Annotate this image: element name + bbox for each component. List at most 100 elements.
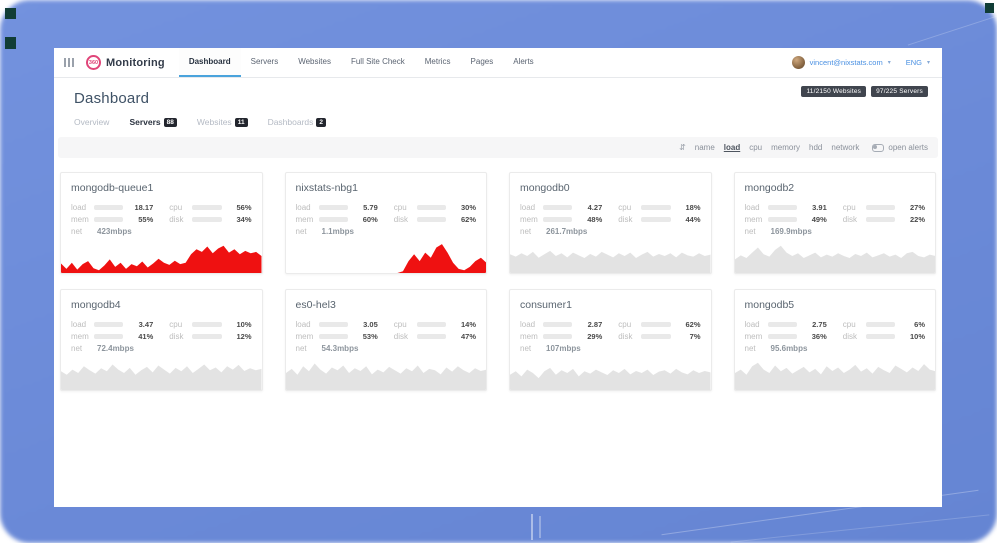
mem-metric: mem 48%	[520, 215, 602, 224]
open-alerts-label: open alerts	[888, 143, 928, 152]
server-name: consumer1	[520, 299, 701, 311]
load-metric: load 5.79	[296, 203, 378, 212]
disk-metric: disk 22%	[843, 215, 925, 224]
server-card[interactable]: es0-hel3 load 3.05 cpu 14% mem 53% disk	[285, 289, 488, 391]
subtab-overview[interactable]: Overview	[74, 117, 109, 127]
server-card[interactable]: mongodb4 load 3.47 cpu 10% mem 41% disk	[60, 289, 263, 391]
mem-bar	[319, 334, 348, 339]
mem-bar	[94, 217, 123, 222]
load-metric: load 3.91	[745, 203, 827, 212]
sort-filter-bar: ⇵ name loadcpu memory hdd network open alert…	[58, 137, 938, 158]
mem-metric: mem 41%	[71, 332, 153, 341]
mem-bar	[543, 334, 572, 339]
nav-item-servers[interactable]: Servers	[241, 48, 289, 77]
disk-bar	[866, 334, 895, 339]
usage-sparkline	[735, 239, 936, 273]
disk-metric: disk 47%	[394, 332, 476, 341]
nav-item-pages[interactable]: Pages	[461, 48, 504, 77]
usage-sparkline	[510, 356, 711, 390]
cpu-metric: cpu 14%	[394, 320, 476, 329]
usage-sparkline	[286, 239, 487, 273]
chevron-down-icon: ▾	[888, 59, 891, 66]
nav-item-metrics[interactable]: Metrics	[415, 48, 461, 77]
status-badge[interactable]: 97/225 Servers	[871, 86, 928, 97]
load-bar	[543, 205, 572, 210]
sort-option-network[interactable]: network	[831, 143, 859, 152]
nav-item-alerts[interactable]: Alerts	[503, 48, 543, 77]
cpu-bar	[641, 205, 670, 210]
brand-name: Monitoring	[106, 57, 165, 69]
cpu-metric: cpu 62%	[618, 320, 700, 329]
sort-option-cpu[interactable]: cpu	[749, 143, 762, 152]
avatar[interactable]	[792, 56, 805, 69]
apps-grid-icon[interactable]	[60, 55, 78, 70]
net-metric: net 169.9mbps	[745, 227, 926, 236]
usage-sparkline	[735, 356, 936, 390]
cpu-bar	[417, 322, 446, 327]
subtab-label: Servers	[129, 117, 160, 127]
load-bar	[94, 322, 123, 327]
server-name: mongodb0	[520, 182, 701, 194]
usage-sparkline	[61, 356, 262, 390]
decorative-line	[531, 514, 533, 540]
mem-metric: mem 29%	[520, 332, 602, 341]
cpu-bar	[641, 322, 670, 327]
load-metric: load 2.75	[745, 320, 827, 329]
cpu-bar	[192, 322, 221, 327]
server-card[interactable]: mongodb0 load 4.27 cpu 18% mem 48% disk	[509, 172, 712, 274]
server-card[interactable]: consumer1 load 2.87 cpu 62% mem 29% disk	[509, 289, 712, 391]
user-email-dropdown[interactable]: vincent@nixstats.com	[810, 58, 883, 67]
usage-sparkline	[510, 239, 711, 273]
decorative-line	[539, 516, 541, 538]
canvas: 360 Monitoring DashboardServersWebsitesF…	[0, 0, 997, 543]
subtab-websites[interactable]: Websites 11	[197, 117, 248, 127]
server-card[interactable]: mongodb-queue1 load 18.17 cpu 56% mem 55…	[60, 172, 263, 274]
nav-item-dashboard[interactable]: Dashboard	[179, 48, 241, 77]
language-dropdown[interactable]: ENG	[906, 58, 922, 67]
disk-metric: disk 34%	[169, 215, 251, 224]
open-alerts-toggle[interactable]: open alerts	[872, 143, 928, 152]
net-metric: net 107mbps	[520, 344, 701, 353]
load-bar	[319, 205, 348, 210]
server-card[interactable]: mongodb5 load 2.75 cpu 6% mem 36% disk	[734, 289, 937, 391]
app-window: 360 Monitoring DashboardServersWebsitesF…	[54, 48, 942, 507]
server-name: mongodb-queue1	[71, 182, 252, 194]
nav-item-websites[interactable]: Websites	[288, 48, 341, 77]
nav-item-full-site-check[interactable]: Full Site Check	[341, 48, 415, 77]
status-badge[interactable]: 11/2150 Websites	[801, 86, 866, 97]
sort-option-load[interactable]: load	[724, 143, 740, 152]
logo-360-icon: 360	[86, 55, 101, 70]
decorative-square	[985, 3, 994, 13]
subtab-servers[interactable]: Servers 88	[129, 117, 176, 127]
load-metric: load 4.27	[520, 203, 602, 212]
decorative-square	[5, 37, 16, 49]
title-row: Dashboard 11/2150 Websites 97/225 Servers	[54, 78, 942, 107]
disk-bar	[641, 334, 670, 339]
toggle-icon	[872, 144, 884, 152]
server-cards-grid: mongodb-queue1 load 18.17 cpu 56% mem 55…	[60, 172, 936, 391]
subtab-label: Websites	[197, 117, 232, 127]
sort-option-hdd[interactable]: hdd	[809, 143, 822, 152]
server-card[interactable]: nixstats-nbg1 load 5.79 cpu 30% mem 60% …	[285, 172, 488, 274]
cpu-bar	[192, 205, 221, 210]
net-metric: net 1.1mbps	[296, 227, 477, 236]
load-metric: load 18.17	[71, 203, 153, 212]
load-metric: load 2.87	[520, 320, 602, 329]
subtab-dashboards[interactable]: Dashboards 2	[268, 117, 326, 127]
brand-logo[interactable]: 360 Monitoring	[86, 55, 165, 70]
sort-icon[interactable]: ⇵	[679, 143, 686, 152]
header-count-badges: 11/2150 Websites 97/225 Servers	[801, 86, 928, 97]
disk-metric: disk 44%	[618, 215, 700, 224]
mem-metric: mem 36%	[745, 332, 827, 341]
mem-bar	[319, 217, 348, 222]
sort-option-memory[interactable]: memory	[771, 143, 800, 152]
disk-bar	[192, 334, 221, 339]
server-name: mongodb2	[745, 182, 926, 194]
page-title: Dashboard	[74, 90, 149, 107]
cpu-bar	[866, 322, 895, 327]
server-card[interactable]: mongodb2 load 3.91 cpu 27% mem 49% disk	[734, 172, 937, 274]
mem-metric: mem 55%	[71, 215, 153, 224]
disk-bar	[417, 217, 446, 222]
sort-option-name[interactable]: name	[695, 143, 715, 152]
load-bar	[319, 322, 348, 327]
